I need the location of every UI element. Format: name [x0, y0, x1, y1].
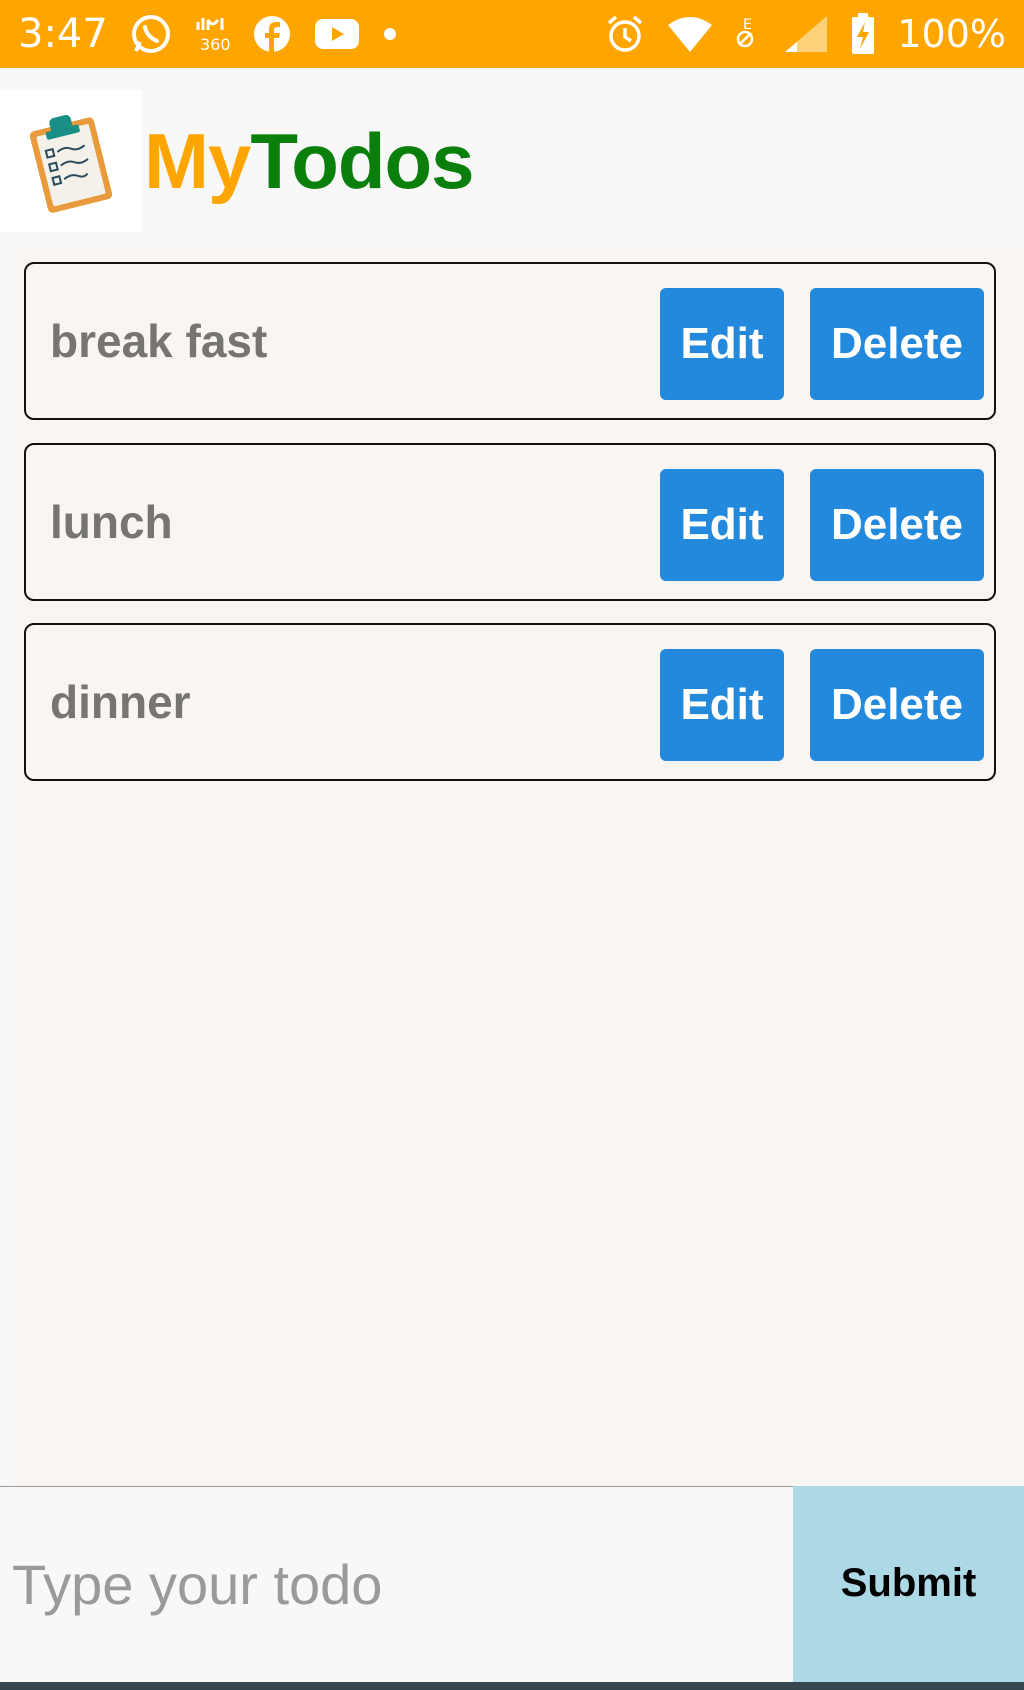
title-part-todos: Todos [250, 116, 474, 205]
todo-item: lunch Edit Delete [24, 443, 996, 601]
delete-button[interactable]: Delete [810, 288, 984, 400]
todo-item: break fast Edit Delete [24, 262, 996, 420]
clipboard-checklist-icon [0, 90, 142, 232]
battery-charging-icon [851, 13, 875, 55]
status-bar-left: 3:47 360 [18, 11, 398, 57]
edit-button[interactable]: Edit [660, 469, 784, 581]
todo-text: dinner [50, 676, 191, 728]
status-time: 3:47 [18, 11, 108, 57]
delete-button[interactable]: Delete [810, 649, 984, 761]
wifi-icon [667, 15, 713, 53]
dot-icon [382, 26, 398, 42]
todo-list: break fast Edit Delete lunch Edit Delete… [14, 248, 1024, 1486]
todo-input[interactable] [0, 1487, 792, 1681]
youtube-icon [314, 17, 360, 51]
todo-text: break fast [50, 315, 268, 367]
signal-icon [783, 14, 829, 54]
delete-button[interactable]: Delete [810, 469, 984, 581]
edit-button[interactable]: Edit [660, 288, 784, 400]
svg-text:E: E [743, 17, 752, 33]
add-todo-bar: Submit [0, 1485, 1024, 1682]
svg-text:360: 360 [200, 35, 230, 54]
whatsapp-icon [130, 13, 172, 55]
status-bar: 3:47 360 E 100% [0, 0, 1024, 68]
submit-button[interactable]: Submit [793, 1485, 1024, 1682]
edit-button[interactable]: Edit [660, 649, 784, 761]
facebook-icon [252, 14, 292, 54]
todo-text: lunch [50, 496, 173, 548]
status-bar-right: E 100% [605, 12, 1006, 56]
title-part-my: My [144, 116, 251, 205]
battery-percent: 100% [897, 12, 1006, 56]
data-off-icon: E [735, 15, 761, 53]
page-title: MyTodos [144, 116, 475, 207]
arabic-360-icon: 360 [194, 14, 230, 54]
app-header: MyTodos [0, 90, 1024, 232]
navigation-bar [0, 1682, 1024, 1690]
alarm-icon [605, 14, 645, 54]
todo-item: dinner Edit Delete [24, 623, 996, 781]
